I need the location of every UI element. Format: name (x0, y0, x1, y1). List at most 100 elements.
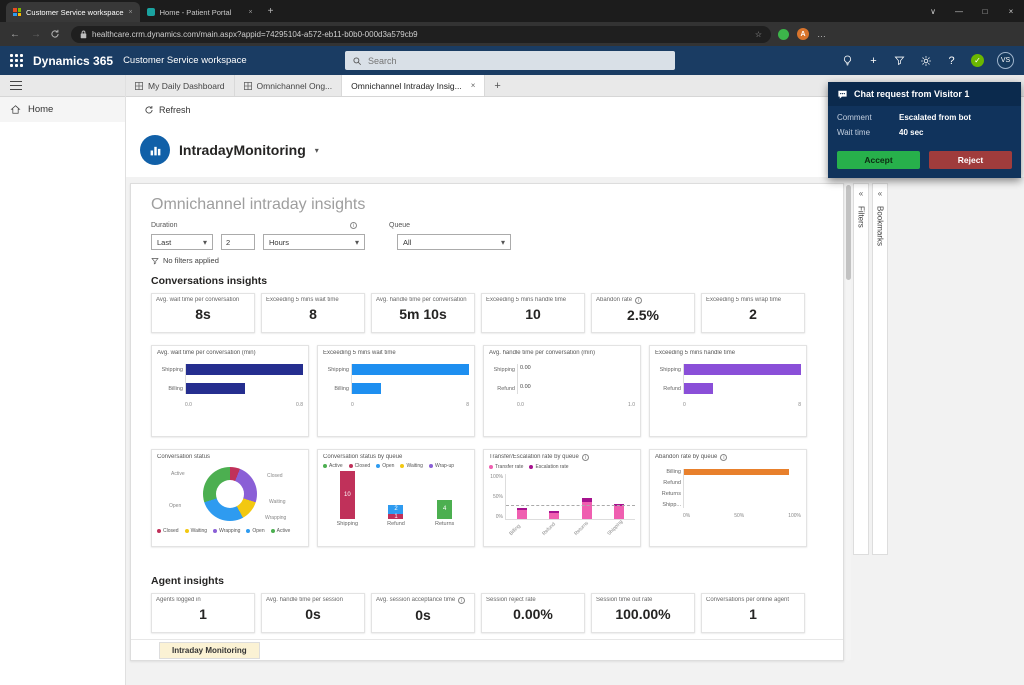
waffle-icon[interactable] (10, 54, 23, 67)
scrollbar-thumb[interactable] (846, 185, 851, 280)
d365-app-name[interactable]: Customer Service workspace (123, 55, 247, 66)
browser-menu-icon[interactable]: … (817, 29, 826, 39)
vertical-scrollbar[interactable] (846, 183, 851, 661)
kpi-title: Conversations per online agent (706, 597, 800, 603)
filters-pane-collapsed[interactable]: « Filters (853, 183, 869, 555)
browser-profile-avatar[interactable]: A (797, 28, 809, 40)
legend-item[interactable]: Open (376, 463, 394, 469)
user-avatar[interactable]: VS (997, 52, 1014, 69)
chevron-down-icon[interactable]: ▾ (315, 146, 319, 155)
chat-request-details: Comment Escalated from bot Wait time 40 … (828, 106, 1021, 145)
plot-area: Shipping0.00Refund0.00 (517, 364, 635, 394)
info-icon[interactable]: i (720, 454, 727, 461)
gear-icon[interactable] (919, 54, 932, 67)
duration-value-input[interactable] (221, 234, 255, 250)
duration-mode-select[interactable]: Last ▾ (151, 234, 213, 250)
section-conversations-insights: Conversations insights (151, 275, 823, 287)
app-tab-dashboard[interactable]: My Daily Dashboard (126, 75, 235, 96)
close-window-button[interactable]: × (998, 7, 1024, 16)
chart-body: ShippingBilling0.00.8 (157, 364, 303, 408)
bar-track: 0.00 (518, 364, 635, 375)
info-icon[interactable]: i (350, 222, 357, 229)
hamburger-icon[interactable] (10, 81, 22, 90)
legend-item[interactable]: Waiting (400, 463, 423, 469)
app-tab-intraday[interactable]: Omnichannel Intraday Insig... × (342, 75, 485, 96)
close-tab-icon[interactable]: × (249, 9, 253, 16)
favorites-star-icon[interactable]: ☆ (755, 30, 762, 39)
legend-item[interactable]: Escalation rate (529, 464, 568, 470)
legend-item[interactable]: Waiting (185, 528, 208, 534)
accept-button[interactable]: Accept (837, 151, 920, 169)
bar-row: Refund0.00 (518, 383, 635, 394)
legend-item[interactable]: Wrapping (213, 528, 240, 534)
sidebar: Home (0, 75, 126, 685)
kpi-card: Session reject rate0.00% (481, 593, 585, 633)
refresh-button[interactable]: Refresh (159, 105, 191, 115)
sync-status-icon[interactable] (778, 29, 789, 40)
maximize-button[interactable]: □ (972, 7, 998, 16)
sidebar-header (0, 75, 125, 97)
queue-select[interactable]: All ▾ (397, 234, 511, 250)
browser-tab[interactable]: Home - Patient Portal × (140, 2, 260, 22)
minimize-button[interactable]: — (946, 7, 972, 16)
reject-button[interactable]: Reject (929, 151, 1012, 169)
legend-dot-icon (429, 464, 433, 468)
tick-label: 8 (798, 402, 801, 408)
browser-tab-active[interactable]: Customer Service workspace × (6, 2, 140, 22)
tick-label: 50% (489, 494, 503, 500)
charts-row-2: Conversation status Active Open Closed Waiti… (151, 449, 823, 547)
bar-track (186, 364, 303, 375)
legend-item[interactable]: Closed (157, 528, 179, 534)
section-agent-insights: Agent insights (151, 575, 823, 587)
legend-item[interactable]: Transfer rate (489, 464, 523, 470)
duration-unit-select[interactable]: Hours ▾ (263, 234, 365, 250)
column-plot (505, 474, 635, 520)
expand-icon[interactable]: « (859, 189, 863, 198)
expand-icon[interactable]: « (878, 189, 882, 198)
back-icon[interactable]: ← (8, 29, 22, 40)
add-icon[interactable]: + (867, 54, 880, 67)
add-tab-button[interactable]: + (485, 80, 509, 92)
filter-icon[interactable] (893, 54, 906, 67)
chart-title: Avg. wait time per conversation (min) (157, 350, 303, 356)
legend-item[interactable]: Open (246, 528, 264, 534)
close-tab-icon[interactable]: × (129, 9, 133, 16)
chart-title: Conversation status (157, 454, 303, 460)
address-bar[interactable]: healthcare.crm.dynamics.com/main.aspx?ap… (71, 26, 771, 43)
plot-area: ShippingBilling (351, 364, 469, 394)
info-icon[interactable]: i (582, 454, 589, 461)
tab-search-icon[interactable]: ∨ (920, 7, 946, 16)
d365-brand[interactable]: Dynamics 365 (33, 54, 113, 68)
refresh-icon[interactable] (50, 29, 64, 39)
kpi-card: Avg. wait time per conversation8s (151, 293, 255, 333)
tick-label: 8 (466, 402, 469, 408)
legend-dot-icon (185, 529, 189, 533)
lightbulb-icon[interactable] (841, 54, 854, 67)
average-line (506, 505, 635, 506)
forward-icon[interactable]: → (29, 29, 43, 40)
close-tab-icon[interactable]: × (467, 81, 476, 90)
sidebar-item-home[interactable]: Home (0, 97, 125, 122)
legend-item[interactable]: Closed (349, 463, 371, 469)
chat-request-actions: Accept Reject (828, 145, 1021, 178)
app-tab-ongoing[interactable]: Omnichannel Ong... (235, 75, 343, 96)
legend-item[interactable]: Wrap-up (429, 463, 454, 469)
legend-item[interactable]: Active (323, 463, 343, 469)
bookmarks-pane-collapsed[interactable]: « Bookmarks (872, 183, 888, 555)
legend-dot-icon (323, 464, 327, 468)
info-icon[interactable]: i (635, 297, 642, 304)
global-search[interactable] (345, 51, 675, 70)
presence-status-icon[interactable]: ✓ (971, 54, 984, 67)
help-icon[interactable]: ? (945, 54, 958, 67)
chart-legend: Closed Waiting Wrapping Open Active (157, 528, 303, 534)
legend-item[interactable]: Active (271, 528, 291, 534)
new-tab-button[interactable]: + (260, 6, 282, 17)
bar-row: Refund (684, 383, 801, 394)
legend-dot-icon (349, 464, 353, 468)
report-page-tab[interactable]: Intraday Monitoring (159, 642, 260, 659)
column-group: 4Returns (430, 471, 460, 527)
kpi-title: Abandon ratei (596, 297, 690, 304)
search-input[interactable] (368, 56, 668, 66)
info-icon[interactable]: i (458, 597, 465, 604)
powerbi-report: Omnichannel intraday insights Duration i… (130, 183, 844, 661)
